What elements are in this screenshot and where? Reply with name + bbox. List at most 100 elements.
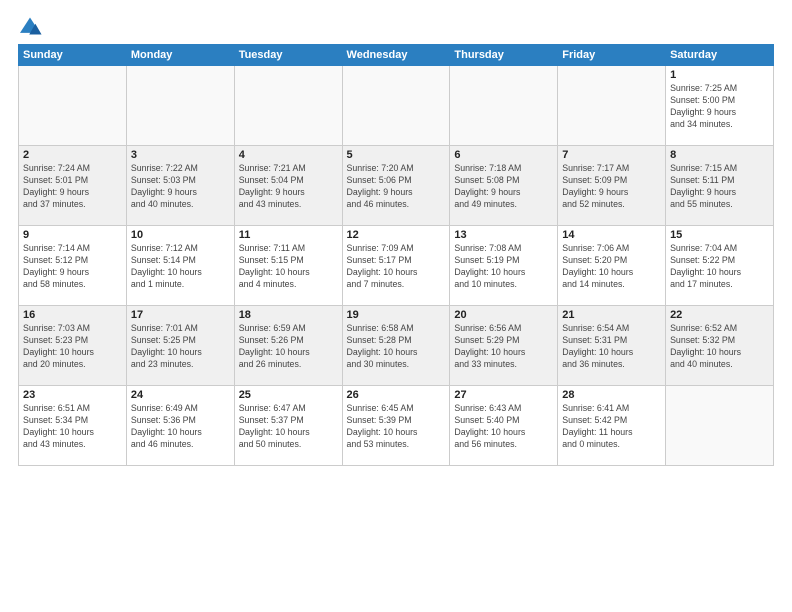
day-number: 8 <box>670 149 769 161</box>
calendar-day: 23 Sunrise: 6:51 AM Sunset: 5:34 PM Dayli… <box>19 386 127 466</box>
calendar-day: 18 Sunrise: 6:59 AM Sunset: 5:26 PM Dayli… <box>234 306 342 386</box>
day-info: Sunrise: 7:25 AM Sunset: 5:00 PM Dayligh… <box>670 83 769 131</box>
calendar-day: 28 Sunrise: 6:41 AM Sunset: 5:42 PM Dayli… <box>558 386 666 466</box>
day-info: Sunrise: 7:01 AM Sunset: 5:25 PM Dayligh… <box>131 323 230 371</box>
day-number: 4 <box>239 149 338 161</box>
day-header-sunday: Sunday <box>19 45 127 66</box>
header-area <box>18 16 774 36</box>
day-info: Sunrise: 7:21 AM Sunset: 5:04 PM Dayligh… <box>239 163 338 211</box>
day-info: Sunrise: 6:54 AM Sunset: 5:31 PM Dayligh… <box>562 323 661 371</box>
calendar-day: 14 Sunrise: 7:06 AM Sunset: 5:20 PM Dayli… <box>558 226 666 306</box>
calendar-week-row: 23 Sunrise: 6:51 AM Sunset: 5:34 PM Dayli… <box>19 386 774 466</box>
day-header-saturday: Saturday <box>666 45 774 66</box>
calendar-week-row: 2Sunrise: 7:24 AM Sunset: 5:01 PM Daylig… <box>19 146 774 226</box>
day-header-tuesday: Tuesday <box>234 45 342 66</box>
calendar-day: 20 Sunrise: 6:56 AM Sunset: 5:29 PM Dayli… <box>450 306 558 386</box>
calendar-day <box>558 66 666 146</box>
calendar-day: 11 Sunrise: 7:11 AM Sunset: 5:15 PM Dayli… <box>234 226 342 306</box>
calendar-day: 7 Sunrise: 7:17 AM Sunset: 5:09 PM Daylig… <box>558 146 666 226</box>
day-info: Sunrise: 7:22 AM Sunset: 5:03 PM Dayligh… <box>131 163 230 211</box>
calendar-day <box>666 386 774 466</box>
day-number: 17 <box>131 309 230 321</box>
day-info: Sunrise: 6:45 AM Sunset: 5:39 PM Dayligh… <box>347 403 446 451</box>
calendar-day: 25 Sunrise: 6:47 AM Sunset: 5:37 PM Dayli… <box>234 386 342 466</box>
day-number: 20 <box>454 309 553 321</box>
day-number: 25 <box>239 389 338 401</box>
day-number: 5 <box>347 149 446 161</box>
day-info: Sunrise: 7:24 AM Sunset: 5:01 PM Dayligh… <box>23 163 122 211</box>
calendar-day: 8Sunrise: 7:15 AM Sunset: 5:11 PM Daylig… <box>666 146 774 226</box>
calendar-day <box>342 66 450 146</box>
day-info: Sunrise: 7:06 AM Sunset: 5:20 PM Dayligh… <box>562 243 661 291</box>
day-number: 1 <box>670 69 769 81</box>
calendar-day: 4 Sunrise: 7:21 AM Sunset: 5:04 PM Daylig… <box>234 146 342 226</box>
day-info: Sunrise: 6:47 AM Sunset: 5:37 PM Dayligh… <box>239 403 338 451</box>
day-number: 18 <box>239 309 338 321</box>
day-number: 22 <box>670 309 769 321</box>
day-info: Sunrise: 7:04 AM Sunset: 5:22 PM Dayligh… <box>670 243 769 291</box>
calendar-week-row: 1 Sunrise: 7:25 AM Sunset: 5:00 PM Daylig… <box>19 66 774 146</box>
day-number: 9 <box>23 229 122 241</box>
calendar-day: 21Sunrise: 6:54 AM Sunset: 5:31 PM Dayli… <box>558 306 666 386</box>
day-info: Sunrise: 7:17 AM Sunset: 5:09 PM Dayligh… <box>562 163 661 211</box>
day-number: 19 <box>347 309 446 321</box>
calendar: SundayMondayTuesdayWednesdayThursdayFrid… <box>18 44 774 466</box>
day-info: Sunrise: 6:49 AM Sunset: 5:36 PM Dayligh… <box>131 403 230 451</box>
day-number: 24 <box>131 389 230 401</box>
calendar-day: 27 Sunrise: 6:43 AM Sunset: 5:40 PM Dayli… <box>450 386 558 466</box>
calendar-day: 6 Sunrise: 7:18 AM Sunset: 5:08 PM Daylig… <box>450 146 558 226</box>
day-number: 12 <box>347 229 446 241</box>
day-number: 7 <box>562 149 661 161</box>
calendar-day: 13 Sunrise: 7:08 AM Sunset: 5:19 PM Dayli… <box>450 226 558 306</box>
day-number: 15 <box>670 229 769 241</box>
day-header-monday: Monday <box>126 45 234 66</box>
calendar-day: 19 Sunrise: 6:58 AM Sunset: 5:28 PM Dayli… <box>342 306 450 386</box>
calendar-day: 2Sunrise: 7:24 AM Sunset: 5:01 PM Daylig… <box>19 146 127 226</box>
calendar-day: 16Sunrise: 7:03 AM Sunset: 5:23 PM Dayli… <box>19 306 127 386</box>
day-header-friday: Friday <box>558 45 666 66</box>
calendar-day: 22 Sunrise: 6:52 AM Sunset: 5:32 PM Dayli… <box>666 306 774 386</box>
calendar-day: 9 Sunrise: 7:14 AM Sunset: 5:12 PM Daylig… <box>19 226 127 306</box>
day-info: Sunrise: 6:56 AM Sunset: 5:29 PM Dayligh… <box>454 323 553 371</box>
calendar-day: 24 Sunrise: 6:49 AM Sunset: 5:36 PM Dayli… <box>126 386 234 466</box>
day-info: Sunrise: 7:18 AM Sunset: 5:08 PM Dayligh… <box>454 163 553 211</box>
day-number: 28 <box>562 389 661 401</box>
calendar-day: 17 Sunrise: 7:01 AM Sunset: 5:25 PM Dayli… <box>126 306 234 386</box>
calendar-week-row: 9 Sunrise: 7:14 AM Sunset: 5:12 PM Daylig… <box>19 226 774 306</box>
day-info: Sunrise: 7:12 AM Sunset: 5:14 PM Dayligh… <box>131 243 230 291</box>
day-info: Sunrise: 6:52 AM Sunset: 5:32 PM Dayligh… <box>670 323 769 371</box>
calendar-day: 1 Sunrise: 7:25 AM Sunset: 5:00 PM Daylig… <box>666 66 774 146</box>
calendar-day <box>126 66 234 146</box>
day-info: Sunrise: 6:43 AM Sunset: 5:40 PM Dayligh… <box>454 403 553 451</box>
day-info: Sunrise: 7:08 AM Sunset: 5:19 PM Dayligh… <box>454 243 553 291</box>
day-info: Sunrise: 6:51 AM Sunset: 5:34 PM Dayligh… <box>23 403 122 451</box>
calendar-day: 5 Sunrise: 7:20 AM Sunset: 5:06 PM Daylig… <box>342 146 450 226</box>
day-number: 27 <box>454 389 553 401</box>
day-info: Sunrise: 6:59 AM Sunset: 5:26 PM Dayligh… <box>239 323 338 371</box>
day-number: 10 <box>131 229 230 241</box>
day-info: Sunrise: 7:20 AM Sunset: 5:06 PM Dayligh… <box>347 163 446 211</box>
logo-icon <box>18 16 42 36</box>
calendar-day: 10 Sunrise: 7:12 AM Sunset: 5:14 PM Dayli… <box>126 226 234 306</box>
calendar-header-row: SundayMondayTuesdayWednesdayThursdayFrid… <box>19 45 774 66</box>
day-number: 6 <box>454 149 553 161</box>
page: SundayMondayTuesdayWednesdayThursdayFrid… <box>0 0 792 612</box>
day-info: Sunrise: 6:58 AM Sunset: 5:28 PM Dayligh… <box>347 323 446 371</box>
day-number: 14 <box>562 229 661 241</box>
calendar-day <box>19 66 127 146</box>
day-info: Sunrise: 6:41 AM Sunset: 5:42 PM Dayligh… <box>562 403 661 451</box>
day-number: 23 <box>23 389 122 401</box>
logo <box>18 16 46 36</box>
day-number: 13 <box>454 229 553 241</box>
day-number: 16 <box>23 309 122 321</box>
calendar-day: 12Sunrise: 7:09 AM Sunset: 5:17 PM Dayli… <box>342 226 450 306</box>
calendar-day <box>234 66 342 146</box>
day-info: Sunrise: 7:14 AM Sunset: 5:12 PM Dayligh… <box>23 243 122 291</box>
day-number: 26 <box>347 389 446 401</box>
calendar-day <box>450 66 558 146</box>
day-header-wednesday: Wednesday <box>342 45 450 66</box>
day-number: 11 <box>239 229 338 241</box>
day-info: Sunrise: 7:11 AM Sunset: 5:15 PM Dayligh… <box>239 243 338 291</box>
day-header-thursday: Thursday <box>450 45 558 66</box>
calendar-day: 3Sunrise: 7:22 AM Sunset: 5:03 PM Daylig… <box>126 146 234 226</box>
